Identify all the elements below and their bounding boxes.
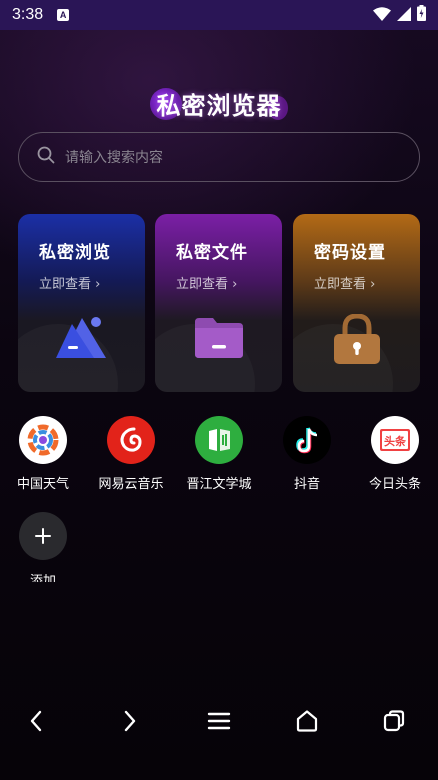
app-label: 网易云音乐 bbox=[98, 477, 164, 492]
app-china-weather[interactable]: 中国天气 bbox=[3, 416, 83, 492]
app-jinjiang[interactable]: 晋江文学城 bbox=[179, 416, 259, 492]
battery-icon bbox=[417, 5, 426, 25]
status-bar: 3:38 A bbox=[0, 0, 438, 30]
douyin-icon bbox=[283, 416, 331, 464]
search-icon bbox=[37, 146, 55, 168]
card-subtitle: 立即查看 › bbox=[176, 277, 238, 292]
netease-music-icon bbox=[107, 416, 155, 464]
triangle-shapes-icon bbox=[18, 314, 145, 362]
app-label: 中国天气 bbox=[16, 477, 69, 492]
app-netease-music[interactable]: 网易云音乐 bbox=[91, 416, 171, 492]
app-title: 私密浏览器 bbox=[156, 92, 282, 120]
app-label: 抖音 bbox=[293, 477, 320, 492]
card-title: 私密文件 bbox=[176, 243, 248, 263]
app-label: 今日头条 bbox=[368, 477, 421, 492]
bottom-nav-bar bbox=[0, 690, 438, 750]
toutiao-icon: 头条 bbox=[371, 416, 419, 464]
home-icon[interactable] bbox=[294, 708, 320, 734]
plus-icon bbox=[19, 512, 67, 560]
card-subtitle: 立即查看 › bbox=[39, 277, 101, 292]
card-private-files[interactable]: 私密文件 立即查看 › bbox=[155, 214, 282, 392]
card-private-browse[interactable]: 私密浏览 立即查看 › bbox=[18, 214, 145, 392]
app-toutiao[interactable]: 头条 今日头条 bbox=[355, 416, 435, 492]
app-label: 晋江文学城 bbox=[186, 477, 252, 492]
wifi-icon bbox=[373, 6, 391, 25]
card-title: 密码设置 bbox=[314, 243, 386, 263]
app-douyin[interactable]: 抖音 bbox=[267, 416, 347, 492]
card-subtitle: 立即查看 › bbox=[314, 277, 376, 292]
notification-icon: A bbox=[57, 9, 70, 21]
card-password-settings[interactable]: 密码设置 立即查看 › bbox=[293, 214, 420, 392]
status-time: 3:38 bbox=[12, 6, 44, 23]
search-input[interactable]: 请输入搜索内容 bbox=[18, 132, 420, 182]
tabs-icon[interactable] bbox=[381, 708, 407, 734]
lock-icon bbox=[293, 314, 420, 366]
jinjiang-icon bbox=[195, 416, 243, 464]
search-placeholder: 请输入搜索内容 bbox=[65, 150, 163, 166]
back-icon[interactable] bbox=[23, 708, 49, 734]
card-title: 私密浏览 bbox=[39, 243, 111, 263]
signal-icon bbox=[397, 6, 411, 25]
add-shortcut-label: 添加 bbox=[29, 574, 56, 582]
menu-icon[interactable] bbox=[206, 708, 232, 734]
china-weather-icon bbox=[19, 416, 67, 464]
add-shortcut-button[interactable]: 添加 bbox=[3, 512, 83, 582]
svg-text:头条: 头条 bbox=[384, 434, 407, 448]
app-title-area: 私密浏览器 bbox=[0, 88, 438, 124]
folder-icon bbox=[155, 314, 282, 360]
forward-icon[interactable] bbox=[117, 708, 143, 734]
